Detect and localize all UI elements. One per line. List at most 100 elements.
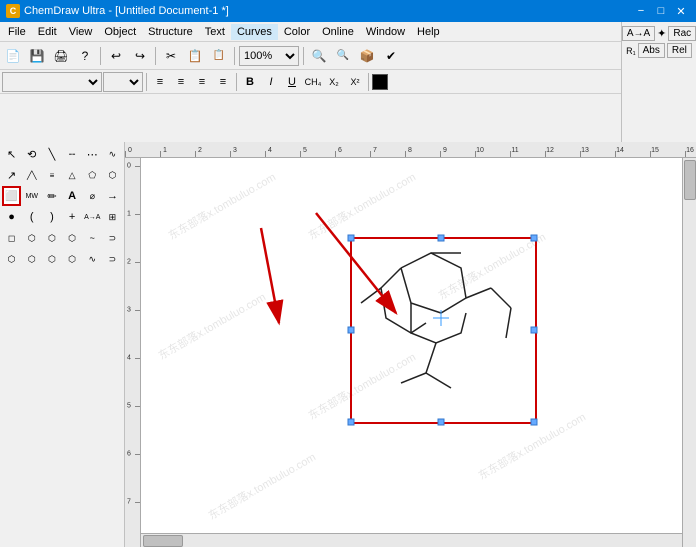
separator5 (146, 73, 147, 91)
line-tool[interactable]: ╲ (42, 144, 61, 164)
view-button[interactable]: 📦 (356, 45, 378, 67)
misc2-tool[interactable]: ⊃ (103, 249, 122, 269)
swave-tool[interactable]: ∿ (83, 249, 102, 269)
paren-close[interactable]: ) (42, 207, 61, 227)
text-tool[interactable]: A (63, 186, 82, 206)
save-button[interactable]: 💾 (26, 45, 48, 67)
ring8[interactable]: ⬡ (63, 228, 82, 248)
ring4[interactable]: ◻ (2, 228, 21, 248)
chem-format-button[interactable]: CH₄ (303, 72, 323, 92)
hex4[interactable]: ⬡ (63, 249, 82, 269)
menu-object[interactable]: Object (98, 24, 142, 40)
arrow-tool[interactable]: ↗ (2, 165, 21, 185)
bond-tool[interactable]: ╱╲ (22, 165, 41, 185)
select-tool[interactable]: ↖ (2, 144, 21, 164)
a-to-a-button[interactable]: A→A (622, 26, 655, 41)
ruler-h-label-8: 8 (408, 147, 412, 154)
mw-tool[interactable]: MW (22, 186, 41, 206)
menu-text[interactable]: Text (199, 24, 231, 40)
wave2-tool[interactable]: ~ (83, 228, 102, 248)
hex2[interactable]: ⬡ (22, 249, 41, 269)
menu-view[interactable]: View (63, 24, 99, 40)
triple-tool[interactable]: ≡ (42, 165, 61, 185)
cut-button[interactable]: ✂ (160, 45, 182, 67)
palette-row1: ↖ ⟲ ╲ ╌ ⋯ ∿ (2, 144, 122, 164)
wave-tool[interactable]: ∿ (103, 144, 122, 164)
r1-label: R₁ (626, 46, 636, 56)
zoom-out-button[interactable]: 🔍 (332, 45, 354, 67)
print-button[interactable]: 🖨 (50, 45, 72, 67)
abs-button[interactable]: Abs (638, 43, 665, 58)
bold-button[interactable]: B (240, 72, 260, 92)
paren-open[interactable]: ( (22, 207, 41, 227)
misc1-tool[interactable]: ⊃ (103, 228, 122, 248)
ring6b[interactable]: ⬡ (22, 228, 41, 248)
paste-button[interactable]: 📋 (208, 45, 230, 67)
ruler-h-label-13: 13 (581, 147, 589, 154)
selection-handles (348, 235, 537, 425)
redo-button[interactable]: ↪ (129, 45, 151, 67)
italic-button[interactable]: I (261, 72, 281, 92)
menu-edit[interactable]: Edit (32, 24, 63, 40)
ring7[interactable]: ⬡ (42, 228, 61, 248)
menu-window[interactable]: Window (360, 24, 411, 40)
ring5[interactable]: ⬠ (83, 165, 102, 185)
pencil-tool[interactable]: ✏ (42, 186, 61, 206)
menu-structure[interactable]: Structure (142, 24, 199, 40)
separator4 (303, 47, 304, 65)
new-button[interactable]: 📄 (2, 45, 24, 67)
lasso-tool[interactable]: ⬜ (2, 186, 21, 206)
hex1[interactable]: ⬡ (2, 249, 21, 269)
ring6[interactable]: ⬡ (103, 165, 122, 185)
rac-button[interactable]: Rac (668, 26, 696, 41)
plus-tool[interactable]: + (63, 207, 82, 227)
superscript-button[interactable]: X² (345, 72, 365, 92)
arrow2-tool[interactable]: → (103, 186, 122, 206)
hex3[interactable]: ⬡ (42, 249, 61, 269)
ruler-h-label-10: 10 (476, 147, 484, 154)
size-select[interactable] (103, 72, 143, 92)
menu-color[interactable]: Color (278, 24, 316, 40)
dot-tool[interactable]: ⋯ (83, 144, 102, 164)
menu-file[interactable]: File (2, 24, 32, 40)
curve-tool[interactable]: ⌀ (83, 186, 102, 206)
align-left-button[interactable]: ≡ (150, 72, 170, 92)
aa-tool[interactable]: A→A (83, 207, 102, 227)
ring3[interactable]: △ (63, 165, 82, 185)
copy-button[interactable]: 📋 (184, 45, 206, 67)
align-center-button[interactable]: ≡ (171, 72, 191, 92)
undo-button[interactable]: ↩ (105, 45, 127, 67)
arrow1 (261, 228, 279, 323)
underline-button[interactable]: U (282, 72, 302, 92)
rel-button[interactable]: Rel (667, 43, 692, 58)
close-button[interactable]: ✕ (672, 3, 690, 19)
rp-row1: A→A ✦ Rac (622, 26, 696, 41)
drawing-area[interactable]: 01234567891011121314151617 01234567 东东部落… (125, 142, 696, 547)
maximize-button[interactable]: □ (652, 3, 670, 19)
help-button[interactable]: ? (74, 45, 96, 67)
subscript-button[interactable]: X₂ (324, 72, 344, 92)
dash-tool[interactable]: ╌ (63, 144, 82, 164)
ruler-vertical: 01234567 (125, 158, 141, 547)
menu-online[interactable]: Online (316, 24, 360, 40)
rotate-tool[interactable]: ⟲ (22, 144, 41, 164)
check-button[interactable]: ✔ (380, 45, 402, 67)
menu-curves[interactable]: Curves (231, 24, 278, 40)
font-select[interactable] (2, 72, 102, 92)
table-tool[interactable]: ⊞ (103, 207, 122, 227)
main-area: ↖ ⟲ ╲ ╌ ⋯ ∿ ↗ ╱╲ ≡ △ ⬠ ⬡ ⬜ MW ✏ A ⌀ → ● … (0, 142, 696, 547)
ruler-h-label-6: 6 (338, 147, 342, 154)
menu-help[interactable]: Help (411, 24, 446, 40)
minimize-button[interactable]: − (632, 3, 650, 19)
tool-palette: ↖ ⟲ ╲ ╌ ⋯ ∿ ↗ ╱╲ ≡ △ ⬠ ⬡ ⬜ MW ✏ A ⌀ → ● … (0, 142, 125, 547)
color-swatch[interactable] (372, 74, 388, 90)
align-right-button[interactable]: ≡ (192, 72, 212, 92)
window-controls: − □ ✕ (632, 3, 690, 19)
ruler-v-label-0: 0 (127, 163, 131, 170)
justify-button[interactable]: ≡ (213, 72, 233, 92)
zoom-in-button[interactable]: 🔍 (308, 45, 330, 67)
circle-tool[interactable]: ● (2, 207, 21, 227)
separator6 (236, 73, 237, 91)
zoom-select[interactable]: 100% (239, 46, 299, 66)
ruler-h-label-9: 9 (443, 147, 447, 154)
